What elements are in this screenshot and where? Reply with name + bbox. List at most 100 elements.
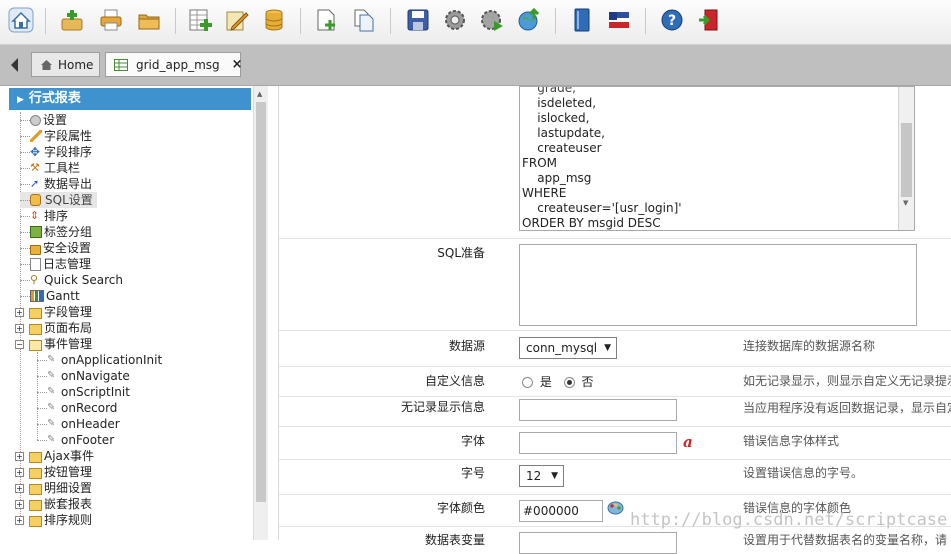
sidebar-item-onscriptinit[interactable]: ✎ onScriptInit (37, 384, 130, 400)
export-arrow-icon: ➚ (30, 177, 40, 190)
radio-yes[interactable] (522, 377, 533, 388)
radio-no[interactable] (563, 377, 575, 388)
sidebar-header[interactable]: ▶ 行式报表 (9, 88, 251, 110)
sidebar-item-layout[interactable]: + 页面布局 (15, 320, 92, 336)
sidebar-item-settings[interactable]: 设置 (20, 112, 67, 128)
sidebar-item-sql-settings[interactable]: SQL设置 (20, 192, 97, 208)
tab-active-label: grid_app_msg (136, 57, 220, 72)
exit-icon[interactable] (695, 6, 723, 34)
folder-icon (29, 307, 42, 319)
datasource-select[interactable]: conn_mysql ▼ (519, 337, 617, 359)
gantt-icon (30, 290, 44, 302)
expand-icon[interactable]: + (15, 515, 24, 525)
database-icon[interactable] (260, 6, 288, 34)
main-form: grade, isdeleted, islocked, lastupdate, … (278, 86, 951, 554)
sidebar-item-onheader[interactable]: ✎ onHeader (37, 416, 120, 432)
sql-scroll-thumb[interactable] (901, 123, 912, 197)
sidebar-item-field-management[interactable]: + 字段管理 (15, 304, 92, 320)
book-icon[interactable] (568, 6, 596, 34)
run-icon[interactable] (478, 6, 506, 34)
language-icon[interactable] (605, 6, 633, 34)
sidebar-scrollbar[interactable]: ▲ (253, 86, 268, 540)
help-icon[interactable]: ? (658, 6, 686, 34)
expand-icon[interactable]: + (15, 307, 24, 317)
sidebar-item-buttons[interactable]: + 按钮管理 (15, 464, 92, 480)
font-size-select[interactable]: 12 ▼ (519, 465, 564, 487)
sidebar-item-detail-settings[interactable]: + 明细设置 (15, 480, 92, 496)
table-variable-input[interactable] (519, 532, 677, 554)
sidebar-item-quick-search[interactable]: ⚲ Quick Search (20, 272, 123, 288)
sidebar-item-nested-report[interactable]: + 嵌套报表 (15, 496, 92, 512)
folder-icon (29, 515, 42, 527)
folder-icon (29, 323, 42, 335)
expand-icon[interactable]: + (15, 499, 24, 509)
sort-icon: ⇕ (30, 209, 40, 222)
publish-icon[interactable] (515, 6, 543, 34)
expand-icon[interactable]: + (15, 451, 24, 461)
expand-icon[interactable]: + (15, 467, 24, 477)
datasource-label: 数据源 (448, 339, 485, 353)
chevron-down-icon: ▼ (551, 471, 558, 481)
folder-icon (29, 483, 42, 495)
sidebar-item-onrecord[interactable]: ✎ onRecord (37, 400, 117, 416)
sidebar-item-field-order[interactable]: ✥ 字段排序 (20, 144, 92, 160)
sidebar-item-field-properties[interactable]: 字段属性 (20, 128, 92, 144)
sidebar-item-ajax-events[interactable]: + Ajax事件 (15, 448, 94, 464)
sidebar-item-gantt[interactable]: Gantt (20, 288, 80, 304)
sidebar-item-onfooter[interactable]: ✎ onFooter (37, 432, 114, 448)
table-variable-row: 数据表变量 设置用于代替数据表名的变量名称，请 (279, 527, 951, 554)
home-icon[interactable] (7, 6, 35, 34)
event-icon: ✎ (47, 434, 56, 445)
scrollbar-thumb[interactable] (256, 102, 266, 502)
collapse-arrow-icon[interactable] (8, 55, 22, 75)
scroll-up-icon[interactable]: ▲ (257, 90, 262, 98)
folder-icon[interactable] (135, 6, 163, 34)
sql-textarea[interactable]: grade, isdeleted, islocked, lastupdate, … (519, 86, 915, 231)
folder-icon (29, 499, 42, 511)
sidebar-item-onapplicationinit[interactable]: ✎ onApplicationInit (37, 352, 162, 368)
sidebar-item-security[interactable]: 安全设置 (20, 240, 91, 256)
expand-icon[interactable]: + (15, 323, 24, 333)
sidebar-item-toolbar[interactable]: ⚒ 工具栏 (20, 160, 80, 176)
settings-icon[interactable] (441, 6, 469, 34)
close-icon[interactable]: × (232, 57, 243, 72)
tab-home[interactable]: Home (31, 52, 100, 77)
font-size-row: 字号 12 ▼ 设置错误信息的字号。 (279, 460, 951, 495)
sql-prepare-row: SQL准备 (279, 238, 951, 331)
font-picker-icon[interactable]: a (683, 434, 697, 450)
sidebar-item-sort-rules[interactable]: + 排序规则 (15, 512, 92, 528)
color-palette-icon[interactable] (607, 501, 624, 518)
new-document-icon[interactable] (312, 6, 340, 34)
copy-document-icon[interactable] (350, 6, 378, 34)
sidebar-item-sort[interactable]: ⇕ 排序 (20, 208, 68, 224)
scroll-down-icon[interactable]: ▼ (903, 199, 908, 207)
custom-info-label: 自定义信息 (424, 374, 485, 388)
collapse-icon[interactable]: − (15, 339, 24, 349)
expand-icon[interactable]: + (15, 483, 24, 493)
svg-text:?: ? (668, 13, 676, 29)
sql-scrollbar[interactable]: ▼ (898, 87, 914, 230)
sidebar-item-export[interactable]: ➚ 数据导出 (20, 176, 92, 192)
add-grid-icon[interactable] (186, 6, 214, 34)
sql-prepare-textarea[interactable] (519, 244, 917, 326)
add-icon[interactable] (58, 6, 86, 34)
sidebar-item-tab-group[interactable]: 标签分组 (20, 224, 92, 240)
font-label: 字体 (460, 434, 485, 448)
save-icon[interactable] (404, 6, 432, 34)
no-record-input[interactable] (519, 399, 677, 421)
triangle-right-icon: ▶ (17, 95, 24, 105)
font-input[interactable] (519, 432, 677, 454)
sidebar-item-log[interactable]: 日志管理 (20, 256, 91, 272)
tab-home-label: Home (58, 57, 94, 72)
font-row: 字体 a 错误信息字体样式 (279, 427, 951, 460)
print-icon[interactable] (97, 6, 125, 34)
folder-icon (29, 451, 42, 463)
font-color-input[interactable]: #000000 (519, 500, 603, 522)
tab-grid-app-msg[interactable]: grid_app_msg × (105, 52, 243, 77)
edit-icon[interactable] (223, 6, 251, 34)
sidebar-item-events[interactable]: − 事件管理 (15, 336, 92, 352)
grid-icon (114, 58, 128, 71)
sidebar-item-onnavigate[interactable]: ✎ onNavigate (37, 368, 130, 384)
gear-icon (30, 114, 41, 126)
datasource-description: 连接数据库的数据源名称 (743, 339, 876, 353)
